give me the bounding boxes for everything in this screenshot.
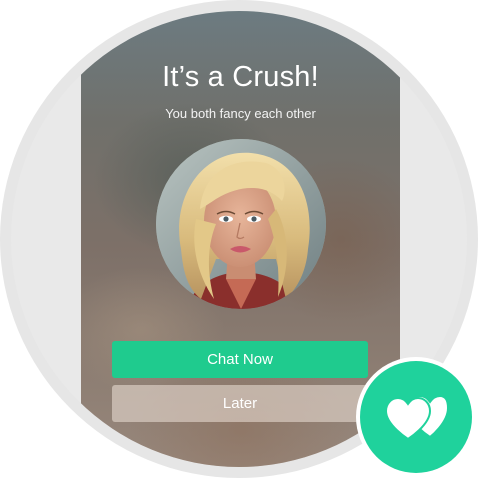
match-title: It’s a Crush! [162,61,319,93]
later-button[interactable]: Later [112,385,368,422]
two-hearts-icon [386,394,448,439]
match-subtitle: You both fancy each other [165,106,316,121]
avatar-photo [156,139,326,309]
matched-user-avatar [156,139,326,309]
match-screen: It’s a Crush! You both fancy each other [81,11,400,467]
chat-now-button[interactable]: Chat Now [112,341,368,378]
hearts-badge [356,357,476,477]
match-illustration: It’s a Crush! You both fancy each other [0,0,478,480]
hearts-badge-fill [360,361,472,473]
